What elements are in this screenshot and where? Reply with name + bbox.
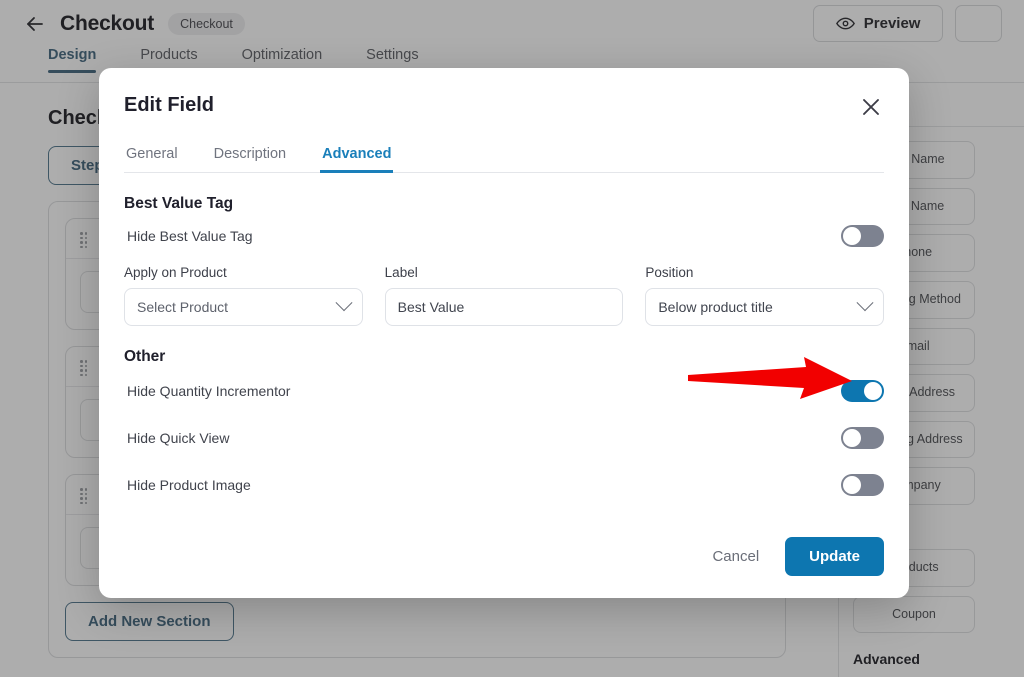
apply-on-product-value: Select Product	[137, 299, 229, 315]
position-value: Below product title	[658, 299, 773, 315]
close-icon[interactable]	[858, 94, 884, 120]
modal-tab-advanced[interactable]: Advanced	[320, 146, 394, 173]
apply-on-product-label: Apply on Product	[124, 265, 227, 280]
apply-on-product-field: Apply on Product Select Product	[124, 265, 363, 326]
toggle-knob	[843, 429, 861, 447]
apply-on-product-select[interactable]: Select Product	[124, 288, 363, 326]
position-field: Position Below product title	[645, 265, 885, 326]
modal-tab-general[interactable]: General	[124, 146, 180, 172]
hide-quick-view-toggle[interactable]	[841, 427, 884, 449]
label-field: Label Best Value	[384, 265, 624, 326]
hide-quick-view-label: Hide Quick View	[127, 430, 230, 446]
chevron-down-icon	[856, 294, 874, 312]
best-value-tag-group-title: Best Value Tag	[124, 195, 234, 212]
hide-quantity-incrementor-label: Hide Quantity Incrementor	[127, 383, 291, 399]
modal-title: Edit Field	[124, 94, 214, 116]
hide-best-value-tag-row: Hide Best Value Tag	[124, 225, 884, 247]
hide-product-image-label: Hide Product Image	[127, 477, 251, 493]
hide-product-image-toggle[interactable]	[841, 474, 884, 496]
chevron-down-icon	[335, 294, 353, 312]
position-label: Position	[645, 265, 694, 280]
edit-field-modal: Edit Field General Description Advanced …	[99, 68, 909, 598]
cancel-button[interactable]: Cancel	[712, 548, 759, 565]
modal-header: Edit Field	[124, 94, 884, 120]
update-button[interactable]: Update	[785, 537, 884, 576]
screen-root: Checkout Checkout Preview Design Product…	[0, 0, 1024, 677]
modal-footer: Cancel Update	[124, 537, 884, 576]
toggle-knob	[843, 227, 861, 245]
hide-best-value-tag-label: Hide Best Value Tag	[127, 228, 253, 244]
hide-quantity-incrementor-toggle[interactable]	[841, 380, 884, 402]
toggle-knob	[864, 382, 882, 400]
hide-best-value-tag-toggle[interactable]	[841, 225, 884, 247]
position-select[interactable]: Below product title	[645, 288, 885, 326]
tag-fields-row: Apply on Product Select Product Label Be…	[124, 265, 885, 326]
modal-tabs: General Description Advanced	[124, 146, 884, 173]
hide-quick-view-row: Hide Quick View	[124, 427, 884, 449]
label-input[interactable]: Best Value	[384, 288, 624, 326]
label-input-value: Best Value	[397, 299, 465, 315]
hide-quantity-incrementor-row: Hide Quantity Incrementor	[124, 380, 884, 402]
toggle-knob	[843, 476, 861, 494]
modal-tab-description[interactable]: Description	[212, 146, 289, 172]
other-group-title: Other	[124, 348, 166, 365]
hide-product-image-row: Hide Product Image	[124, 474, 884, 496]
label-field-label: Label	[384, 265, 418, 280]
